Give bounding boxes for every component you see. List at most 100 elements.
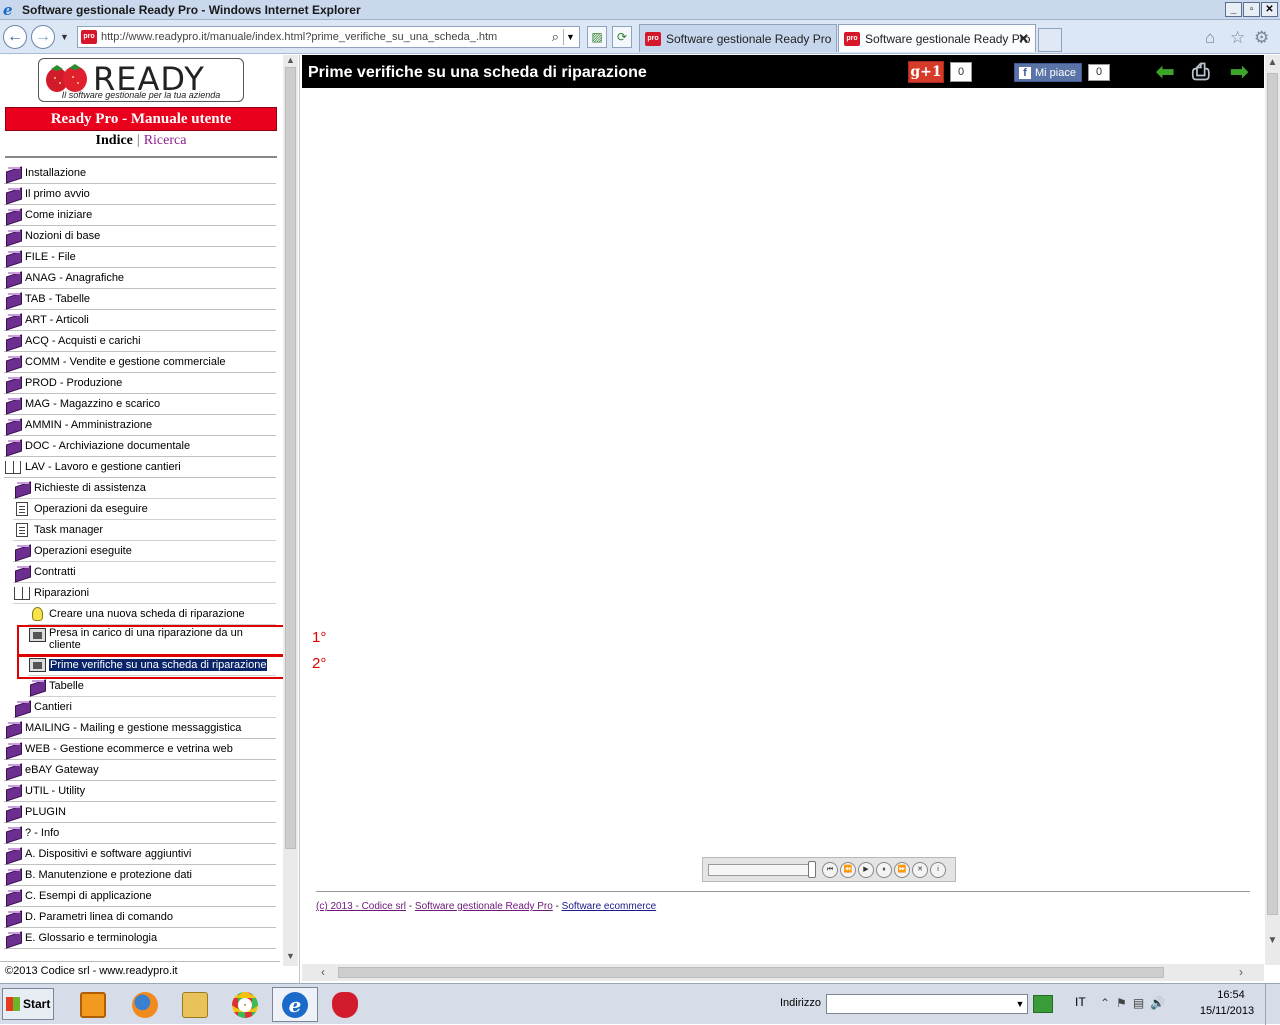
toc-item[interactable]: Operazioni eseguite [13,541,276,562]
toc-item[interactable]: B. Manutenzione e protezione dati [4,865,276,886]
toc-item[interactable]: Il primo avvio [4,184,276,205]
toc-item[interactable]: Installazione [4,163,276,184]
toc-item[interactable]: D. Parametri linea di comando [4,907,276,928]
codice-srl-link[interactable]: (c) 2013 - Codice srl [316,901,406,912]
toc-item[interactable]: LAV - Lavoro e gestione cantieri [4,457,276,478]
toc-item[interactable]: DOC - Archiviazione documentale [4,436,276,457]
google-plus-button[interactable]: g+1 [908,61,944,83]
toc-item[interactable]: A. Dispositivi e software aggiuntivi [4,844,276,865]
sidebar-scrollbar[interactable]: ▲ ▼ [283,55,298,966]
toc-item[interactable]: Come iniziare [4,205,276,226]
address-dropdown-button[interactable]: ▼ [563,29,577,45]
software-ecommerce-link[interactable]: Software ecommerce [562,901,656,912]
taskbar-firefox[interactable] [122,987,168,1022]
language-indicator[interactable]: IT [1075,995,1086,1009]
playback-progress-track[interactable] [708,864,814,876]
clock-date[interactable]: 15/11/2013 [1196,1005,1258,1017]
toc-item[interactable]: ? - Info [4,823,276,844]
playback-slider-knob[interactable] [808,861,816,878]
scroll-right-arrow-icon[interactable]: › [1234,964,1248,981]
scroll-left-arrow-icon[interactable]: ‹ [316,964,330,981]
chevron-down-icon[interactable]: ▼ [1013,995,1027,1013]
scroll-down-arrow-icon[interactable]: ▼ [285,951,296,963]
minimize-button[interactable]: _ [1225,2,1242,17]
toc-item[interactable]: FILE - File [4,247,276,268]
toc-item[interactable]: ANAG - Anagrafiche [4,268,276,289]
tab-ready-pro-2[interactable]: pro Software gestionale Ready Pro ✕ [838,24,1036,52]
index-link[interactable]: Indice [96,133,133,148]
toc-item[interactable]: MAG - Magazzino e scarico [4,394,276,415]
toc-item[interactable]: PROD - Produzione [4,373,276,394]
pause-button[interactable]: ⏸ [876,862,892,878]
scroll-up-arrow-icon[interactable]: ▲ [1267,57,1278,71]
next-topic-arrow-icon[interactable]: ➡ [1230,59,1248,85]
show-desktop-button[interactable] [1265,984,1280,1025]
address-input[interactable]: http://www.readypro.it/manuale/index.htm… [101,31,541,43]
taskbar-media-player[interactable] [70,987,116,1022]
scroll-up-arrow-icon[interactable]: ▲ [285,55,296,67]
tools-gear-icon[interactable]: ⚙ [1254,28,1269,48]
new-tab-button[interactable] [1038,28,1062,52]
compatibility-view-button[interactable]: ▨ [587,26,607,48]
content-horizontal-scrollbar[interactable]: ‹ › [302,964,1264,981]
toc-item[interactable]: UTIL - Utility [4,781,276,802]
scrollbar-thumb[interactable] [1267,73,1278,915]
toc-item[interactable]: AMMIN - Amministrazione [4,415,276,436]
rewind-button[interactable]: ⏪ [840,862,856,878]
home-icon[interactable]: ⌂ [1205,28,1215,48]
system-tray-icons[interactable]: ⌃⚑▤🔊 [1100,996,1171,1010]
toc-item[interactable]: Task manager [13,520,276,541]
favorites-star-icon[interactable]: ☆ [1230,28,1245,48]
toc-item[interactable]: Tabelle [28,676,276,697]
back-button[interactable]: ← [3,25,27,49]
address-bar[interactable]: pro http://www.readypro.it/manuale/index… [77,26,580,48]
taskbar-internet-explorer[interactable]: e [272,987,318,1022]
content-vertical-scrollbar[interactable]: ▲ ▼ [1265,55,1280,965]
toc-item[interactable]: Cantieri [13,697,276,718]
toc-item[interactable]: Riparazioni [13,583,276,604]
toc-item[interactable]: TAB - Tabelle [4,289,276,310]
stop-button[interactable]: ✕ [912,862,928,878]
taskbar-chrome[interactable] [222,987,268,1022]
toc-item[interactable]: ART - Articoli [4,310,276,331]
search-icon[interactable]: ⌕ [552,29,559,45]
taskbar-ready-pro[interactable] [322,987,368,1022]
info-button[interactable]: i [930,862,946,878]
maximize-button[interactable]: ▫ [1243,2,1260,17]
print-icon[interactable]: ⎙ [1192,59,1210,85]
toc-item[interactable]: WEB - Gestione ecommerce e vetrina web [4,739,276,760]
scrollbar-thumb[interactable] [338,967,1164,978]
refresh-button[interactable]: ⟳ [612,26,632,48]
facebook-like-button[interactable]: f Mi piace [1014,63,1082,82]
go-button[interactable] [1033,995,1053,1013]
previous-topic-arrow-icon[interactable]: ⬅ [1156,59,1174,85]
first-frame-button[interactable]: ⏮ [822,862,838,878]
toc-item[interactable]: E. Glossario e terminologia [4,928,276,949]
toc-item[interactable]: Operazioni da eseguire [13,499,276,520]
toc-item[interactable]: COMM - Vendite e gestione commerciale [4,352,276,373]
taskbar-address-input[interactable] [826,994,1028,1014]
scrollbar-thumb[interactable] [285,67,296,849]
clock-time[interactable]: 16:54 [1203,989,1259,1001]
tab-ready-pro-1[interactable]: pro Software gestionale Ready Pro [639,24,837,52]
scroll-down-arrow-icon[interactable]: ▼ [1267,935,1278,949]
toc-item[interactable]: PLUGIN [4,802,276,823]
start-button[interactable]: Start [2,988,54,1020]
toc-item[interactable]: ACQ - Acquisti e carichi [4,331,276,352]
toc-item[interactable]: Nozioni di base [4,226,276,247]
close-tab-icon[interactable]: ✕ [1018,31,1029,47]
toc-item[interactable]: eBAY Gateway [4,760,276,781]
forward-button[interactable]: → [31,25,55,49]
taskbar-file-explorer[interactable] [172,987,218,1022]
recent-pages-dropdown[interactable]: ▼ [60,32,69,42]
toc-item[interactable]: MAILING - Mailing e gestione messaggisti… [4,718,276,739]
close-window-button[interactable]: ✕ [1261,2,1278,17]
software-gestionale-link[interactable]: Software gestionale Ready Pro [415,901,553,912]
toc-item[interactable]: Creare una nuova scheda di riparazione [28,604,276,625]
toc-item[interactable]: C. Esempi di applicazione [4,886,276,907]
play-button[interactable]: ▶ [858,862,874,878]
toc-item[interactable]: Richieste di assistenza [13,478,276,499]
forward-button[interactable]: ⏩ [894,862,910,878]
search-link[interactable]: Ricerca [144,133,187,148]
toc-item[interactable]: Contratti [13,562,276,583]
